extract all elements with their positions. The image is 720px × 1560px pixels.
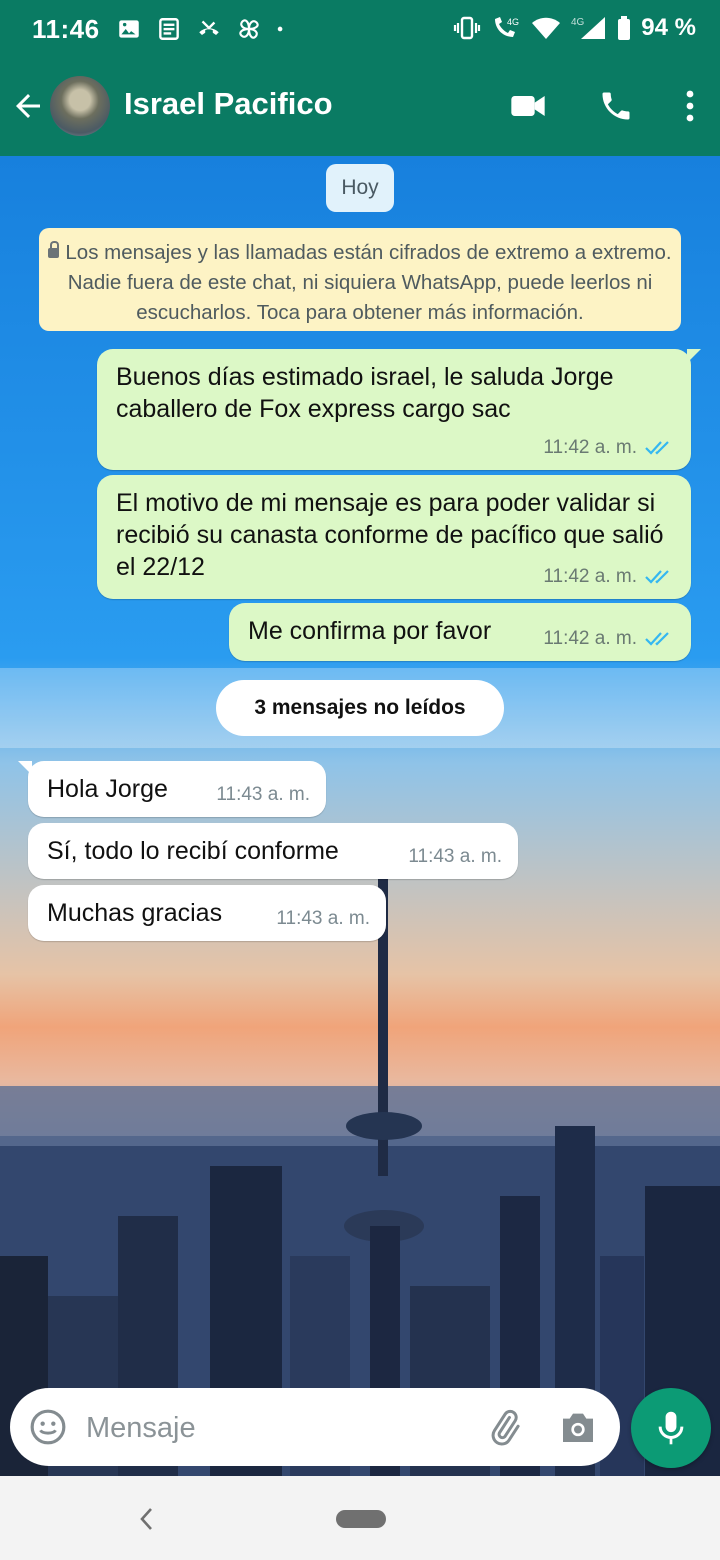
more-vert-icon[interactable]	[684, 88, 696, 124]
camera-icon[interactable]	[558, 1408, 598, 1446]
message-time: 11:42 a. m.	[543, 566, 637, 587]
unread-messages-indicator: 3 mensajes no leídos	[216, 680, 504, 736]
message-input[interactable]	[84, 1404, 458, 1452]
vibrate-icon	[454, 16, 481, 40]
message-text: Buenos días estimado israel, le saluda J…	[116, 363, 614, 423]
message-time: 11:43 a. m.	[216, 784, 310, 805]
message-time: 11:43 a. m.	[276, 908, 370, 929]
date-separator: Hoy	[326, 164, 394, 212]
video-call-icon[interactable]	[508, 86, 548, 126]
system-icons: 4G 4G 94 %	[453, 14, 696, 42]
system-nav-bar	[0, 1476, 720, 1560]
lock-icon	[48, 241, 60, 260]
message-time: 11:43 a. m.	[408, 846, 502, 867]
pinwheel-icon	[239, 19, 259, 39]
mic-icon	[658, 1411, 684, 1445]
outgoing-message[interactable]: Buenos días estimado israel, le saluda J…	[97, 349, 701, 470]
volte-call-icon: 4G	[495, 17, 519, 37]
incoming-message[interactable]: Hola Jorge 11:43 a. m.	[18, 761, 326, 817]
arrow-left-icon[interactable]	[10, 88, 46, 124]
outgoing-message[interactable]: El motivo de mi mensaje es para poder va…	[97, 475, 691, 599]
wifi-icon	[532, 17, 561, 39]
message-time: 11:42 a. m.	[543, 628, 637, 649]
emoji-icon[interactable]	[28, 1407, 68, 1447]
notification-icons	[116, 16, 290, 42]
incoming-message[interactable]: Muchas gracias 11:43 a. m.	[28, 885, 386, 941]
signal-icon: 4G	[571, 17, 606, 39]
news-icon	[159, 18, 179, 40]
svg-text:4G: 4G	[507, 17, 519, 27]
svg-text:4G: 4G	[571, 17, 585, 28]
battery-icon	[618, 16, 631, 40]
read-ticks-icon	[645, 632, 669, 646]
voice-call-icon[interactable]	[598, 88, 634, 124]
attach-icon[interactable]	[484, 1408, 524, 1448]
incoming-message[interactable]: Sí, todo lo recibí conforme 11:43 a. m.	[28, 823, 518, 879]
nav-home-button[interactable]	[336, 1510, 386, 1528]
dot-icon	[277, 26, 283, 32]
outgoing-message[interactable]: Me confirma por favor 11:42 a. m.	[229, 603, 691, 661]
read-ticks-icon	[645, 570, 669, 584]
avatar[interactable]	[50, 76, 110, 136]
voice-message-button[interactable]	[631, 1388, 711, 1468]
image-icon	[119, 20, 139, 38]
missed-call-icon	[199, 20, 219, 35]
status-time: 11:46	[32, 14, 100, 44]
encryption-notice[interactable]: Los mensajes y las llamadas están cifrad…	[39, 228, 681, 331]
encryption-text: Los mensajes y las llamadas están cifrad…	[65, 241, 672, 324]
battery-percent: 94 %	[641, 14, 696, 41]
nav-back-icon[interactable]	[136, 1504, 156, 1534]
message-composer	[10, 1388, 620, 1466]
contact-name[interactable]: Israel Pacifico	[124, 86, 333, 122]
read-ticks-icon	[645, 441, 669, 455]
message-time: 11:42 a. m.	[543, 437, 637, 458]
status-bar: 11:46 4G 4G 94 %	[0, 0, 720, 60]
chat-area[interactable]: Hoy Los mensajes y las llamadas están ci…	[0, 156, 720, 1476]
chat-header: Israel Pacifico	[0, 60, 720, 156]
